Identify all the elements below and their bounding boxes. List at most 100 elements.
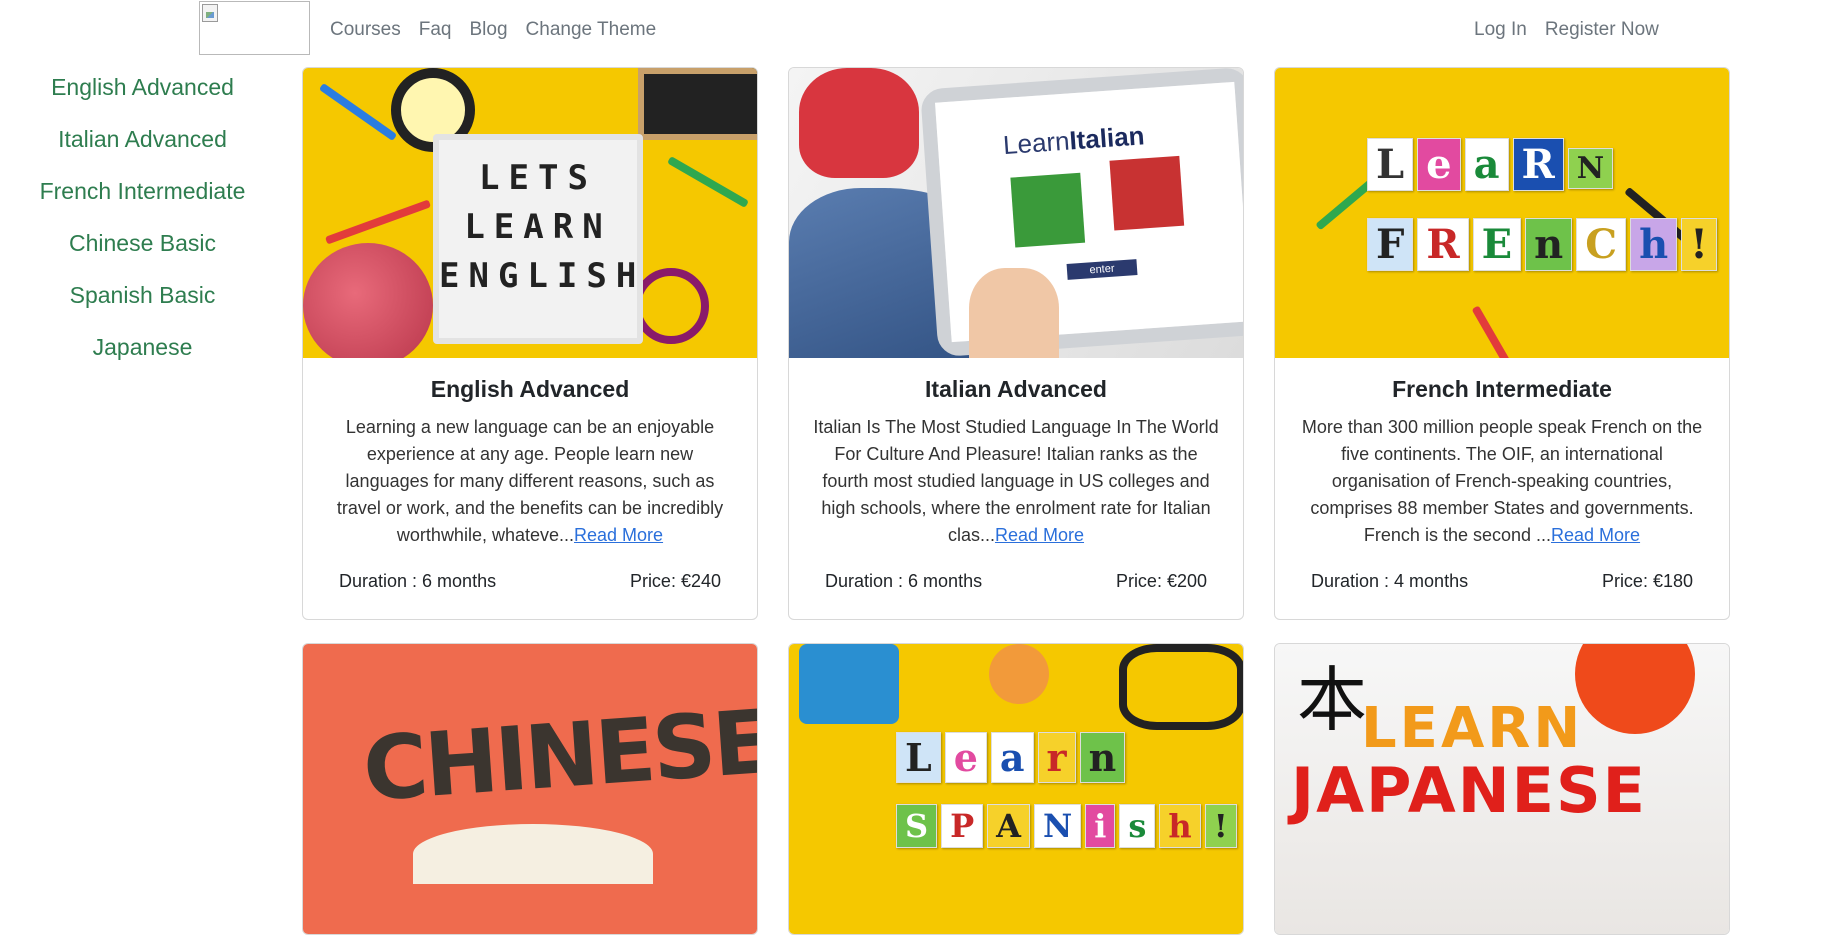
brain-illustration [303,243,433,358]
card-body: Italian Advanced Italian Is The Most Stu… [789,358,1243,549]
sidebar-item-english-advanced[interactable]: English Advanced [0,72,285,124]
pencil-illustration [1471,305,1519,358]
course-duration: Duration : 4 months [1311,571,1469,591]
course-card-chinese: CHINESE [302,643,758,935]
hand-illustration [969,268,1059,358]
sidebar-item-italian-advanced[interactable]: Italian Advanced [0,124,285,176]
letter-tile: e [1417,138,1461,191]
letter-tile: L [896,732,941,783]
letter-tile: L [1367,138,1414,191]
letter-tile: P [941,804,984,848]
card-description: Italian Is The Most Studied Language In … [809,414,1223,549]
open-book-illustration [413,824,653,884]
pencil-illustration [667,156,749,208]
course-card-english: LETS LEARN ENGLISH English Advanced Lear… [302,67,758,620]
chalkboard-illustration [638,68,757,140]
sidebar-item-chinese-basic[interactable]: Chinese Basic [0,228,285,280]
course-card-japanese: 本 LEARN JAPANESE [1274,643,1730,935]
sidebar-item-japanese[interactable]: Japanese [0,332,285,384]
letter-tile: a [1464,138,1509,191]
letter-tile: n [1525,218,1573,271]
course-price: Price: €240 [629,571,721,591]
course-card-spanish: Learn S P A Ni s h! [788,643,1244,935]
flower-illustration [989,644,1049,704]
letter-tile: R [1512,138,1564,191]
letter-tile: h [1630,218,1678,271]
login-link[interactable]: Log In [1474,18,1527,42]
tablet-enter-button: enter [1066,259,1138,280]
card-body: English Advanced Learning a new language… [303,358,757,549]
glasses-illustration [1119,644,1243,730]
letter-tile: E [1472,218,1522,271]
card-description-text: Learning a new language can be an enjoya… [336,417,724,545]
course-sidebar: English Advanced Italian Advanced French… [0,72,285,384]
course-price: Price: €180 [1601,571,1693,591]
auth-nav: Log In Register Now [1474,18,1677,42]
sidebar-item-french-intermediate[interactable]: French Intermediate [0,176,285,228]
course-duration: Duration : 6 months [825,571,983,591]
letter-tile: A [987,804,1030,848]
lightbox-line: LETS [479,158,597,198]
chinese-word-art: CHINESE [359,689,757,822]
pencil-illustration [324,199,432,245]
course-card-french: LeaRN F R En Ch! French Intermediate More t… [1274,67,1730,620]
english-course-image[interactable]: LETS LEARN ENGLISH [303,68,757,358]
letter-tile: R [1417,218,1469,271]
letter-tile: ! [1204,804,1237,848]
card-description-text: More than 300 million people speak Frenc… [1301,417,1703,545]
tablet-heading: LearnItalian [1002,120,1145,161]
letter-tile: a [990,732,1034,783]
card-title: French Intermediate [1392,376,1612,402]
nav-courses[interactable]: Courses [330,18,401,42]
course-price: Price: €200 [1115,571,1207,591]
letter-tile: r [1037,732,1076,783]
flag-red-block [1109,155,1185,231]
letter-tile: h [1159,804,1201,848]
read-more-link[interactable]: Read More [574,525,663,545]
card-body: French Intermediate More than 300 millio… [1275,358,1729,549]
register-link[interactable]: Register Now [1545,18,1659,42]
lightbox-sign: LETS LEARN ENGLISH [433,134,643,344]
japanese-course-image[interactable]: 本 LEARN JAPANESE [1275,644,1729,934]
chinese-course-image[interactable]: CHINESE [303,644,757,934]
letter-tile: ! [1681,218,1717,271]
read-more-link[interactable]: Read More [1551,525,1640,545]
nav-change-theme[interactable]: Change Theme [526,18,657,42]
italian-course-image[interactable]: LearnItalian enter [789,68,1243,358]
main-nav: Courses Faq Blog Change Theme [330,18,674,42]
card-title: Italian Advanced [925,376,1107,402]
broken-image-icon [202,4,218,22]
nav-faq[interactable]: Faq [419,18,452,42]
flag-green-block [1010,172,1086,248]
letter-tiles-line1: Learn [894,732,1127,783]
sneaker-illustration [799,68,919,178]
pencil-cup-illustration [799,644,899,724]
tablet-learn-text: Learn [1002,125,1071,161]
french-course-image[interactable]: LeaRN F R En Ch! [1275,68,1729,358]
letter-tile: F [1367,218,1414,271]
top-navbar: Courses Faq Blog Change Theme Log In Reg… [0,0,1832,60]
letter-tiles-line2: S P A Ni s h! [894,804,1239,848]
letter-tile: N [1567,148,1614,189]
letter-tiles-line1: LeaRN [1365,138,1615,191]
card-footer: Duration : 6 months Price: €200 [789,549,1243,619]
card-footer: Duration : 4 months Price: €180 [1275,549,1729,619]
tablet-italian-text: Italian [1068,120,1146,156]
rising-sun-illustration [1575,644,1695,734]
read-more-link[interactable]: Read More [995,525,1084,545]
japanese-word-art: JAPANESE [1291,754,1648,827]
course-duration: Duration : 6 months [339,571,497,591]
spanish-course-image[interactable]: Learn S P A Ni s h! [789,644,1243,934]
site-logo[interactable] [199,1,310,55]
letter-tile: n [1079,732,1126,783]
learn-word-art: LEARN [1361,696,1584,761]
letter-tiles-line2: F R En Ch! [1365,218,1719,271]
letter-tile: i [1085,804,1116,848]
course-card-italian: LearnItalian enter Italian Advanced Ital… [788,67,1244,620]
letter-tile: S [896,804,938,848]
card-description: More than 300 million people speak Frenc… [1295,414,1709,549]
pencil-illustration [318,82,398,142]
nav-blog[interactable]: Blog [470,18,508,42]
card-description: Learning a new language can be an enjoya… [323,414,737,549]
sidebar-item-spanish-basic[interactable]: Spanish Basic [0,280,285,332]
